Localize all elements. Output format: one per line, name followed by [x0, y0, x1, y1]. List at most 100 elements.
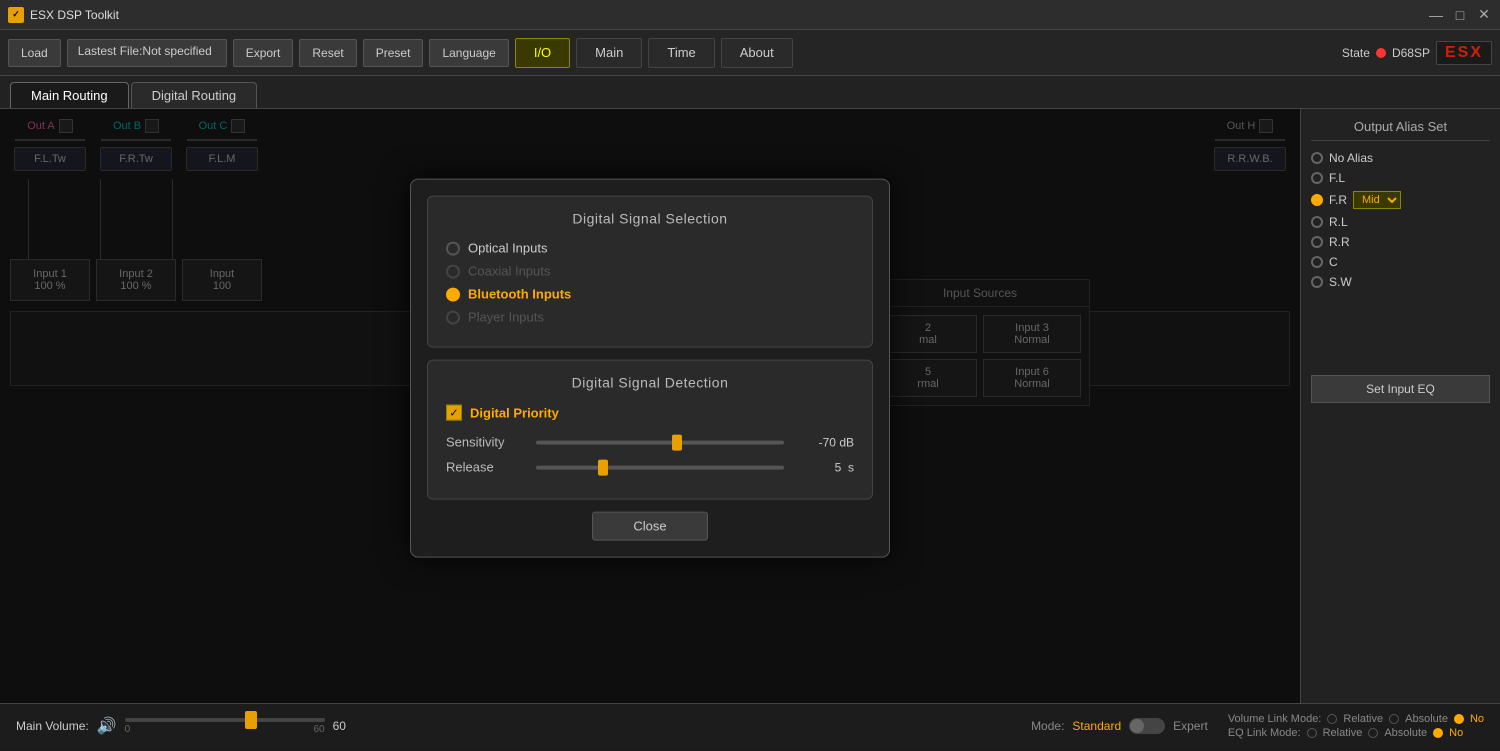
io-button[interactable]: I/O [515, 38, 570, 68]
device-label: D68SP [1392, 46, 1430, 60]
volume-slider-track[interactable] [125, 718, 325, 722]
volume-link-absolute: Absolute [1405, 713, 1448, 725]
bluetooth-inputs-option[interactable]: Bluetooth Inputs [446, 287, 854, 302]
main-content: Out A F.L.Tw Out B F.R.Tw Out C [0, 109, 1500, 703]
eq-link-row: EQ Link Mode: Relative Absolute No [1228, 727, 1484, 739]
state-area: State D68SP [1342, 46, 1430, 60]
preset-button[interactable]: Preset [363, 39, 424, 67]
close-button[interactable]: ✕ [1476, 7, 1492, 23]
player-label: Player Inputs [468, 310, 544, 325]
about-button[interactable]: About [721, 38, 793, 68]
c-radio [1311, 256, 1323, 268]
alias-rr[interactable]: R.R [1311, 235, 1490, 249]
main-button[interactable]: Main [576, 38, 642, 68]
eq-link-label: EQ Link Mode: [1228, 727, 1301, 739]
state-indicator [1376, 48, 1386, 58]
volume-max: 60 [314, 724, 325, 735]
state-label: State [1342, 46, 1370, 60]
player-radio [446, 310, 460, 324]
eq-link-no-radio[interactable] [1433, 728, 1443, 738]
volume-link-absolute-radio[interactable] [1389, 714, 1399, 724]
eq-link-absolute-radio[interactable] [1368, 728, 1378, 738]
rl-radio [1311, 216, 1323, 228]
fl-radio [1311, 172, 1323, 184]
fl-label: F.L [1329, 171, 1345, 185]
release-thumb [598, 459, 608, 475]
volume-link-no-radio[interactable] [1454, 714, 1464, 724]
minimize-button[interactable]: — [1428, 7, 1444, 23]
alias-fl[interactable]: F.L [1311, 171, 1490, 185]
tab-digital-routing[interactable]: Digital Routing [131, 82, 258, 108]
alias-no-alias[interactable]: No Alias [1311, 151, 1490, 165]
maximize-button[interactable]: □ [1452, 7, 1468, 23]
toolbar: Load Lastest File:Not specified Export R… [0, 30, 1500, 76]
right-sidebar: Output Alias Set No Alias F.L F.R Mid Tw… [1300, 109, 1500, 703]
bluetooth-radio [446, 287, 460, 301]
volume-slider-thumb [245, 711, 257, 729]
brand-logo: ESX [1436, 41, 1492, 65]
mode-toggle[interactable] [1129, 718, 1165, 734]
volume-link-label: Volume Link Mode: [1228, 713, 1322, 725]
mode-area: Mode: Standard Expert [1031, 718, 1208, 734]
eq-link-absolute: Absolute [1384, 727, 1427, 739]
volume-link-row: Volume Link Mode: Relative Absolute No [1228, 713, 1484, 725]
signal-detection-title: Digital Signal Detection [446, 375, 854, 391]
signal-selection-section: Digital Signal Selection Optical Inputs … [427, 196, 873, 348]
alias-sw[interactable]: S.W [1311, 275, 1490, 289]
volume-link-relative: Relative [1343, 713, 1383, 725]
bluetooth-label: Bluetooth Inputs [468, 287, 571, 302]
sensitivity-row: Sensitivity -70 dB [446, 435, 854, 450]
language-button[interactable]: Language [429, 39, 508, 67]
optical-inputs-option[interactable]: Optical Inputs [446, 241, 854, 256]
volume-link-relative-radio[interactable] [1327, 714, 1337, 724]
tab-bar: Main Routing Digital Routing [0, 76, 1500, 109]
sw-label: S.W [1329, 275, 1352, 289]
set-input-eq-button[interactable]: Set Input EQ [1311, 375, 1490, 403]
coaxial-inputs-option: Coaxial Inputs [446, 264, 854, 279]
title-bar-controls: — □ ✕ [1428, 7, 1492, 23]
eq-link-relative: Relative [1323, 727, 1363, 739]
eq-link-no: No [1449, 727, 1463, 739]
sensitivity-thumb [672, 434, 682, 450]
no-alias-label: No Alias [1329, 151, 1373, 165]
close-modal-button[interactable]: Close [592, 512, 707, 541]
tab-main-routing[interactable]: Main Routing [10, 82, 129, 108]
title-bar: ✓ ESX DSP Toolkit — □ ✕ [0, 0, 1500, 30]
app-title: ESX DSP Toolkit [30, 8, 119, 22]
coaxial-radio [446, 264, 460, 278]
rl-label: R.L [1329, 215, 1348, 229]
fr-radio [1311, 194, 1323, 206]
digital-priority-checkbox[interactable]: ✓ [446, 405, 462, 421]
alias-c[interactable]: C [1311, 255, 1490, 269]
mode-prefix: Mode: [1031, 719, 1064, 733]
optical-radio [446, 241, 460, 255]
bottom-bar: Main Volume: 🔊 0 60 60 Mode: Standard Ex… [0, 703, 1500, 748]
digital-priority-row: ✓ Digital Priority [446, 405, 854, 421]
fr-dropdown[interactable]: Mid Tw Wb [1353, 191, 1401, 209]
sensitivity-value: -70 dB [794, 435, 854, 449]
rr-label: R.R [1329, 235, 1350, 249]
reset-button[interactable]: Reset [299, 39, 356, 67]
signal-detection-section: Digital Signal Detection ✓ Digital Prior… [427, 360, 873, 500]
sensitivity-slider[interactable] [536, 440, 784, 444]
link-area: Volume Link Mode: Relative Absolute No E… [1228, 713, 1484, 739]
release-slider[interactable] [536, 465, 784, 469]
eq-link-relative-radio[interactable] [1307, 728, 1317, 738]
export-button[interactable]: Export [233, 39, 294, 67]
time-button[interactable]: Time [648, 38, 714, 68]
signal-selection-title: Digital Signal Selection [446, 211, 854, 227]
volume-min: 0 [125, 724, 131, 735]
load-button[interactable]: Load [8, 39, 61, 67]
mode-toggle-thumb [1130, 719, 1144, 733]
optical-label: Optical Inputs [468, 241, 548, 256]
digital-signal-modal: Digital Signal Selection Optical Inputs … [410, 179, 890, 558]
mode-standard-label: Standard [1072, 719, 1121, 733]
digital-priority-label: Digital Priority [470, 405, 559, 420]
release-label: Release [446, 460, 526, 475]
rr-radio [1311, 236, 1323, 248]
alias-fr[interactable]: F.R Mid Tw Wb [1311, 191, 1490, 209]
alias-rl[interactable]: R.L [1311, 215, 1490, 229]
player-inputs-option: Player Inputs [446, 310, 854, 325]
volume-link-no: No [1470, 713, 1484, 725]
volume-label: Main Volume: [16, 719, 89, 733]
